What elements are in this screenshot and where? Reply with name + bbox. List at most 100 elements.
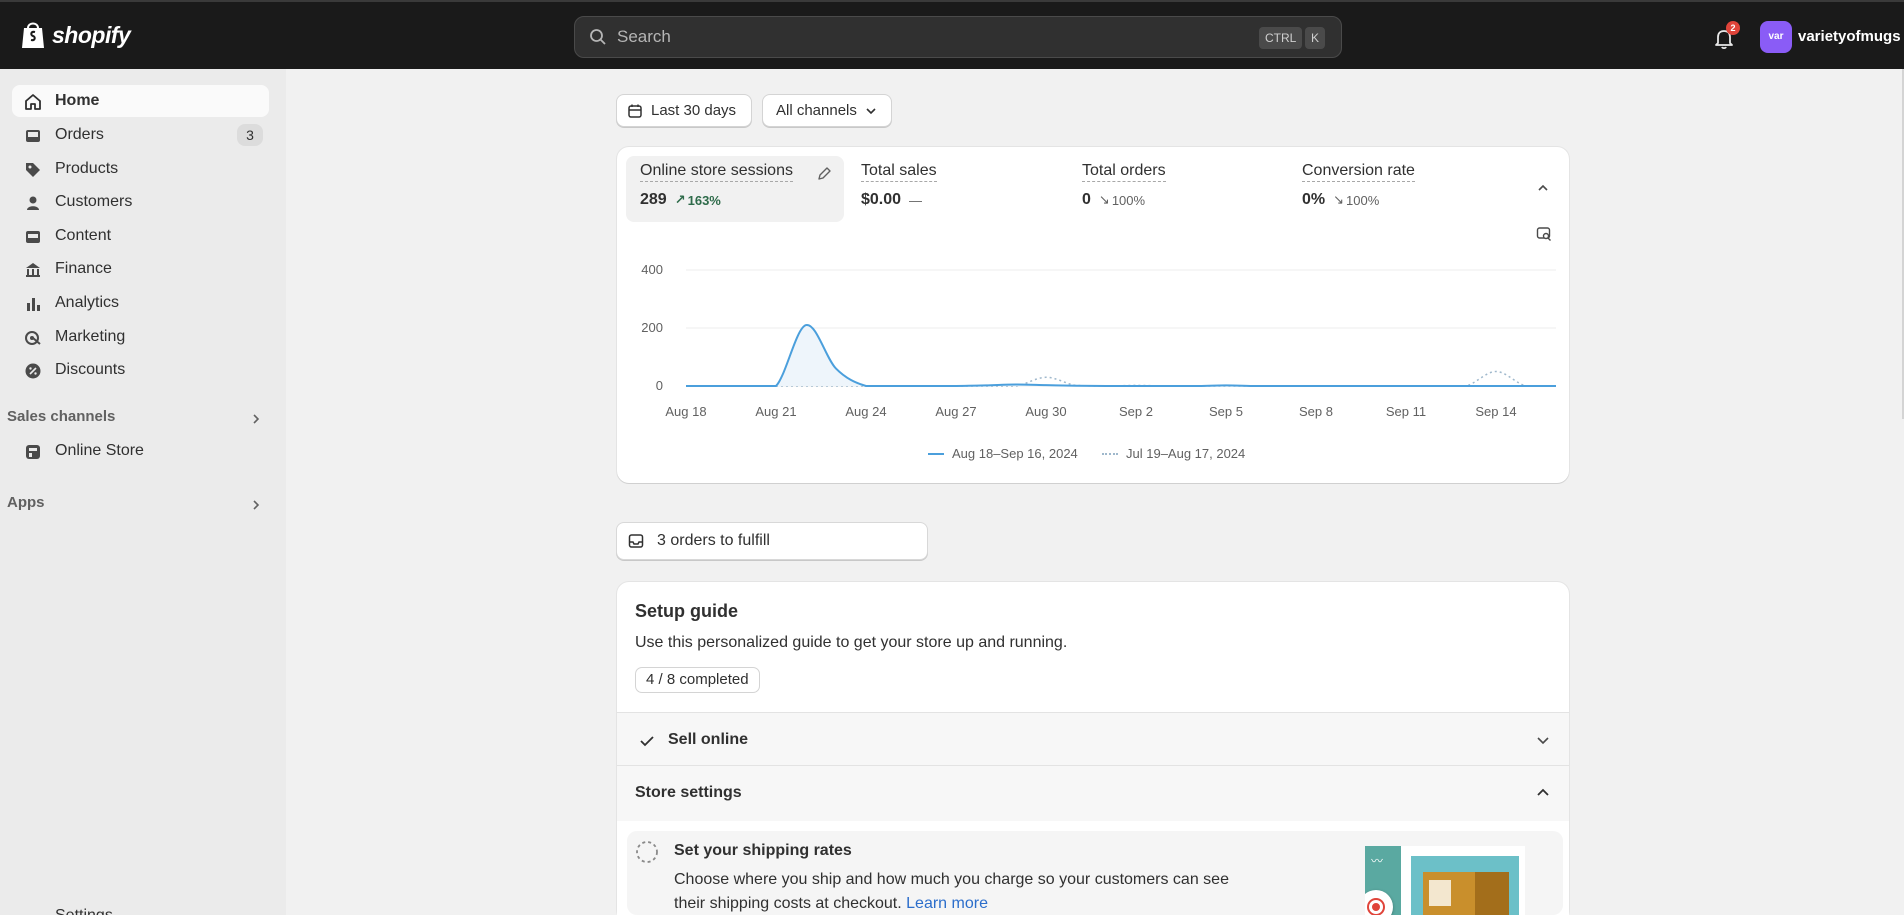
sessions-line-chart: 400 200 0Aug 18 Aug 21 Aug 24 Aug 27 Aug 30 Sep… — [641, 262, 1556, 419]
task-shipping-rates[interactable]: Set your shipping rates Choose where you… — [627, 831, 1563, 915]
x-tick-label: Sep 5 — [1209, 404, 1243, 419]
sidebar-item-label: Orders — [55, 126, 104, 143]
metric-online-store-sessions[interactable]: Online store sessions 289 ↗ 163% — [640, 162, 793, 209]
learn-more-link[interactable]: Learn more — [906, 895, 988, 912]
sidebar-item-label: Products — [55, 160, 119, 177]
x-tick-label: Aug 21 — [755, 404, 796, 419]
arrow-down-right-icon: ↘ — [1333, 192, 1345, 207]
shopping-bag-icon — [22, 22, 44, 48]
chevron-up-icon[interactable] — [1536, 181, 1550, 195]
sidebar-item-analytics[interactable]: Analytics — [12, 287, 269, 319]
sidebar-item-online-store[interactable]: Online Store — [12, 435, 269, 467]
metric-value: $0.00 — [861, 191, 902, 208]
shipping-illustration: 〰 — [1365, 846, 1525, 915]
inbox-icon — [628, 534, 644, 548]
chevron-right-icon[interactable] — [249, 498, 263, 512]
metric-total-orders[interactable]: Total orders 0 ↘ 100% — [1082, 162, 1166, 209]
orders-to-fulfill-label: 3 orders to fulfill — [657, 532, 770, 549]
sidebar-item-customers[interactable]: Customers — [12, 186, 269, 218]
metric-label: Total orders — [1082, 162, 1166, 182]
store-icon — [26, 445, 40, 459]
target-icon — [25, 331, 41, 345]
setup-section-sell-online[interactable]: Sell online — [617, 712, 1569, 766]
bank-icon — [26, 263, 40, 277]
legend-label: Aug 18–Sep 16, 2024 — [952, 446, 1078, 461]
x-tick-label: Sep 14 — [1475, 404, 1516, 419]
metric-label: Online store sessions — [640, 162, 793, 182]
sidebar-item-label: Marketing — [55, 328, 126, 345]
sidebar-item-finance[interactable]: Finance — [12, 253, 269, 285]
legend-current: Aug 18–Sep 16, 2024 — [928, 446, 1078, 461]
search-bar[interactable]: Search CTRL K — [574, 16, 1342, 58]
inbox-icon — [26, 130, 40, 142]
metric-change: 100% — [1346, 192, 1380, 208]
metric-total-sales[interactable]: Total sales $0.00 — — [861, 162, 937, 209]
package-label — [1429, 880, 1451, 906]
sidebar-item-content[interactable]: Content — [12, 220, 269, 252]
search-icon — [590, 29, 606, 45]
sidebar-item-discounts[interactable]: Discounts — [12, 354, 269, 386]
arrow-down-right-icon: ↘ — [1098, 192, 1110, 207]
apps-label[interactable]: Apps — [7, 494, 45, 511]
legend-dotted-swatch — [1102, 452, 1118, 455]
calendar-icon — [628, 104, 642, 118]
date-range-button[interactable]: Last 30 days — [616, 94, 752, 127]
image-icon — [26, 231, 40, 243]
metric-value: 0 — [1082, 191, 1091, 208]
brand-wordmark: shopify — [52, 21, 131, 48]
metric-value: 289 — [640, 191, 667, 208]
channels-dropdown[interactable]: All channels — [762, 94, 892, 127]
x-tick-label: Sep 11 — [1386, 404, 1426, 419]
sidebar-item-marketing[interactable]: Marketing — [12, 321, 269, 353]
sidebar-item-home[interactable]: Home — [12, 85, 269, 117]
metric-change: 100% — [1111, 192, 1146, 208]
notification-badge: 2 — [1726, 21, 1740, 35]
y-tick-label: 200 — [641, 320, 663, 335]
chevron-down-icon — [866, 107, 876, 114]
chevron-up-icon — [1537, 788, 1549, 796]
arrow-up-right-icon: ↗ — [674, 192, 686, 207]
sidebar-item-label: Discounts — [55, 361, 126, 378]
metric-change: — — [909, 192, 923, 208]
orders-to-fulfill-button[interactable]: 3 orders to fulfill — [616, 522, 928, 560]
sidebar-item-orders[interactable]: Orders 3 — [12, 119, 269, 151]
sidebar-item-label: Finance — [55, 260, 112, 277]
metric-label: Conversion rate — [1302, 162, 1415, 182]
setup-progress-badge: 4 / 8 completed — [635, 667, 760, 693]
y-tick-label: 400 — [641, 262, 663, 277]
setup-guide-title: Setup guide — [635, 601, 738, 621]
pencil-icon[interactable] — [816, 166, 832, 182]
sidebar-item-label: Customers — [55, 193, 133, 210]
task-title: Set your shipping rates — [674, 842, 852, 859]
dashed-circle-icon[interactable] — [635, 840, 659, 864]
metric-label: Total sales — [861, 162, 937, 182]
sidebar-item-label: Content — [55, 227, 112, 244]
discount-icon — [25, 363, 41, 379]
date-range-label: Last 30 days — [651, 102, 737, 119]
setup-section-label: Store settings — [635, 784, 742, 801]
chevron-down-icon — [1537, 737, 1549, 745]
legend-previous: Jul 19–Aug 17, 2024 — [1102, 446, 1245, 461]
sidebar-item-label: Online Store — [55, 442, 144, 459]
wave-icon: 〰 — [1371, 854, 1384, 868]
x-tick-label: Sep 8 — [1299, 404, 1333, 419]
location-pin-icon — [1369, 900, 1383, 914]
sales-channels-label[interactable]: Sales channels — [7, 408, 115, 425]
metric-conversion-rate[interactable]: Conversion rate 0% ↘ 100% — [1302, 162, 1415, 209]
shopify-logo[interactable]: shopify — [20, 20, 131, 50]
avatar[interactable]: var — [1760, 21, 1792, 53]
sidebar-item-settings[interactable]: Settings — [55, 907, 113, 915]
metric-change: 163% — [687, 192, 721, 208]
setup-section-store-settings[interactable]: Store settings — [617, 765, 1569, 821]
y-tick-label: 0 — [656, 378, 663, 393]
x-tick-label: Aug 18 — [665, 404, 706, 419]
x-tick-label: Aug 30 — [1025, 404, 1066, 419]
checkmark-icon — [640, 736, 654, 747]
store-name[interactable]: varietyofmugs — [1798, 28, 1901, 45]
sidebar-item-products[interactable]: Products — [12, 153, 269, 185]
tag-icon — [26, 163, 40, 177]
chevron-right-icon[interactable] — [249, 412, 263, 426]
chart-search-icon[interactable] — [1536, 226, 1552, 242]
home-icon — [25, 94, 41, 110]
shortcut-k-key: K — [1305, 27, 1326, 49]
